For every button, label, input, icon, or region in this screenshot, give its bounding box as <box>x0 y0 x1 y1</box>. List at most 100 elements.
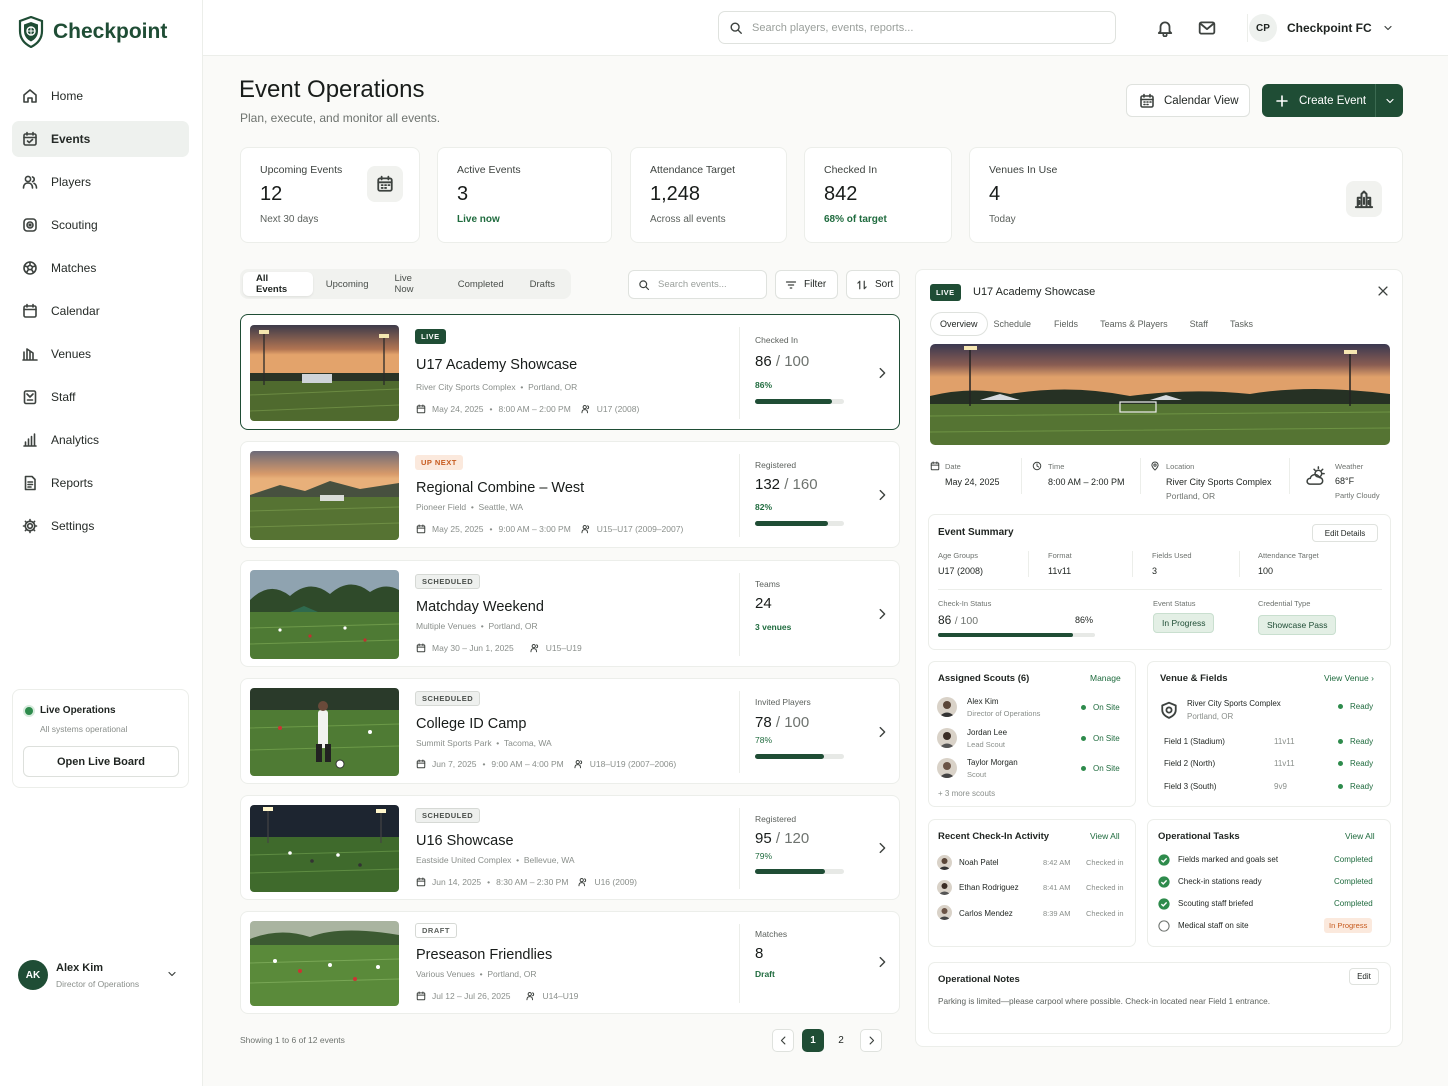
calendar-icon <box>23 303 37 318</box>
create-event-main[interactable]: Create Event <box>1262 84 1376 117</box>
tab-upcoming[interactable]: Upcoming <box>313 272 382 296</box>
page-1-button[interactable]: 1 <box>802 1029 824 1052</box>
event-thumbnail <box>250 570 399 659</box>
avatar <box>937 855 952 870</box>
divider <box>1140 458 1141 494</box>
sort-icon <box>857 280 867 289</box>
format-value: 11v11 <box>1048 566 1072 576</box>
event-card[interactable]: LIVE U17 Academy Showcase River City Spo… <box>240 314 900 430</box>
topbar: CP Checkpoint FC <box>203 0 1448 56</box>
event-card[interactable]: UP NEXT Regional Combine – West Pioneer … <box>240 441 900 548</box>
event-name: U17 Academy Showcase <box>416 357 578 373</box>
view-all-tasks-link[interactable]: View All <box>1345 831 1375 841</box>
bell-icon[interactable] <box>1156 19 1174 37</box>
sidebar-item-players[interactable]: Players <box>12 164 189 200</box>
event-card[interactable]: SCHEDULED College ID Camp Summit Sports … <box>240 678 900 784</box>
user-profile[interactable]: AK Alex Kim Director of Operations <box>18 958 188 992</box>
avatar <box>937 880 952 895</box>
tab-tasks[interactable]: Tasks <box>1230 319 1253 329</box>
event-name: Matchday Weekend <box>416 599 544 615</box>
event-card[interactable]: SCHEDULED Matchday Weekend Multiple Venu… <box>240 560 900 667</box>
open-live-board-button[interactable]: Open Live Board <box>23 746 179 777</box>
edit-notes-button[interactable]: Edit <box>1349 968 1379 985</box>
stat-value: 12 <box>260 183 283 205</box>
chevron-right-icon[interactable] <box>875 607 889 621</box>
event-venue: Pioneer Field <box>416 502 467 512</box>
stat-icon-box <box>1346 181 1382 217</box>
tab-drafts[interactable]: Drafts <box>517 272 568 296</box>
tab-fields[interactable]: Fields <box>1054 319 1078 329</box>
search-input[interactable] <box>752 21 1092 34</box>
users-icon <box>574 760 582 769</box>
home-icon <box>23 89 37 103</box>
metric-count: 78 <box>755 714 772 731</box>
event-name: U16 Showcase <box>416 833 514 849</box>
empty-circle-icon <box>1158 920 1170 932</box>
event-city: Portland, OR <box>528 382 578 392</box>
sidebar-item-matches[interactable]: Matches <box>12 250 189 286</box>
sidebar-item-events[interactable]: Events <box>12 121 189 157</box>
sidebar-item-scouting[interactable]: Scouting <box>12 207 189 243</box>
app-logo[interactable]: Checkpoint <box>18 16 167 48</box>
sidebar-item-venues[interactable]: Venues <box>12 336 189 372</box>
create-event-button[interactable]: Create Event <box>1262 84 1403 117</box>
event-card[interactable]: SCHEDULED U16 Showcase Eastside United C… <box>240 795 900 900</box>
tab-staff[interactable]: Staff <box>1190 319 1208 329</box>
page-2-button[interactable]: 2 <box>830 1029 852 1052</box>
chevron-right-icon[interactable] <box>875 955 889 969</box>
event-card[interactable]: DRAFT Preseason Friendlies Various Venue… <box>240 911 900 1014</box>
tab-completed[interactable]: Completed <box>445 272 517 296</box>
sidebar-item-analytics[interactable]: Analytics <box>12 422 189 458</box>
tab-teams-players[interactable]: Teams & Players <box>1100 319 1168 329</box>
next-page-button[interactable] <box>860 1029 882 1052</box>
tab-schedule[interactable]: Schedule <box>994 319 1032 329</box>
scout-role: Lead Scout <box>967 740 1005 749</box>
chevron-right-icon[interactable] <box>875 725 889 739</box>
more-scouts-link[interactable]: + 3 more scouts <box>938 789 995 798</box>
sidebar-item-calendar[interactable]: Calendar <box>12 293 189 329</box>
mail-icon[interactable] <box>1198 19 1216 37</box>
view-venue-link[interactable]: View Venue › <box>1324 673 1374 683</box>
account-switcher[interactable]: CP Checkpoint FC <box>1249 13 1394 43</box>
event-search-input[interactable] <box>658 279 758 290</box>
location-value: River City Sports Complex <box>1166 477 1272 487</box>
metric-count: 24 <box>755 595 772 612</box>
event-time: 8:30 AM – 2:30 PM <box>496 877 569 887</box>
tab-live-now[interactable]: Live Now <box>382 272 445 296</box>
sidebar-item-reports[interactable]: Reports <box>12 465 189 501</box>
event-location: River City Sports Complex • Portland, OR <box>416 382 578 392</box>
global-search[interactable] <box>718 11 1116 44</box>
users-icon <box>526 992 535 1001</box>
scouting-icon <box>23 218 37 232</box>
chevron-right-icon[interactable] <box>875 841 889 855</box>
create-event-dropdown[interactable] <box>1376 95 1403 107</box>
metric-total: / 160 <box>784 476 818 493</box>
sidebar-item-label: Home <box>51 89 84 103</box>
field-name: Field 3 (South) <box>1164 782 1217 791</box>
task-status: Completed <box>1334 855 1373 864</box>
tab-overview[interactable]: Overview <box>930 312 988 336</box>
event-search[interactable] <box>628 270 767 299</box>
metric-sub: Draft <box>755 969 775 979</box>
prev-page-button[interactable] <box>772 1029 794 1052</box>
progress-fill <box>755 399 832 404</box>
edit-details-button[interactable]: Edit Details <box>1312 524 1378 542</box>
calendar-view-button[interactable]: Calendar View <box>1126 84 1250 117</box>
date-label: Date <box>945 462 961 471</box>
chevron-right-icon[interactable] <box>875 488 889 502</box>
chevron-right-icon[interactable] <box>875 366 889 380</box>
stat-label: Venues In Use <box>989 164 1058 176</box>
sidebar-item-staff[interactable]: Staff <box>12 379 189 415</box>
close-icon[interactable] <box>1376 284 1390 298</box>
metric-label: Registered <box>755 814 797 824</box>
event-venue: Summit Sports Park <box>416 738 492 748</box>
filter-button[interactable]: Filter <box>775 270 838 299</box>
sidebar-item-settings[interactable]: Settings <box>12 508 189 544</box>
sort-button[interactable]: Sort <box>846 270 900 299</box>
field-status: Ready <box>1338 782 1373 791</box>
sidebar-item-home[interactable]: Home <box>12 78 189 114</box>
manage-scouts-link[interactable]: Manage <box>1090 673 1121 683</box>
view-all-checkins-link[interactable]: View All <box>1090 831 1120 841</box>
venue-status-text: Ready <box>1350 702 1374 711</box>
tab-all-events[interactable]: All Events <box>243 272 313 296</box>
